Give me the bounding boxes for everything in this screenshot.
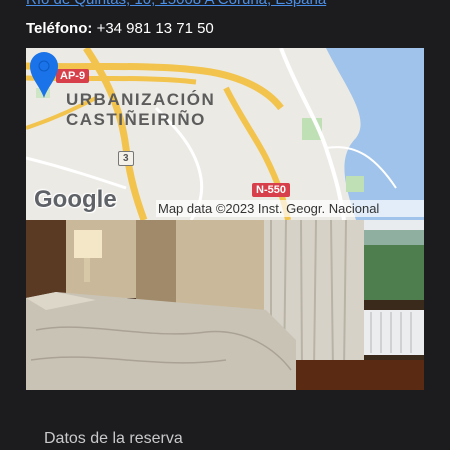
hotel-address-link[interactable]: Río de Quintas, 10, 15008 A Coruña, Espa… (26, 0, 326, 8)
booking-details-heading: Datos de la reserva (44, 430, 183, 447)
google-logo: Google (34, 186, 117, 213)
phone-label: Teléfono: (26, 20, 93, 37)
phone-row: Teléfono: +34 981 13 71 50 (26, 20, 214, 37)
hotel-room-photo[interactable] (26, 220, 424, 390)
map-area-label: URBANIZACIÓN CASTIÑEIRIÑO (66, 90, 216, 129)
map-attribution: Map data ©2023 Inst. Geogr. Nacional (156, 200, 424, 217)
road-shield-n550: N-550 (252, 183, 290, 197)
map-pin-icon[interactable] (26, 48, 62, 100)
room-photo-image (26, 220, 424, 390)
road-shield-3: 3 (118, 151, 134, 166)
location-map[interactable]: AP-9 3 N-550 URBANIZACIÓN CASTIÑEIRIÑO G… (26, 48, 424, 220)
phone-number[interactable]: +34 981 13 71 50 (97, 20, 214, 37)
